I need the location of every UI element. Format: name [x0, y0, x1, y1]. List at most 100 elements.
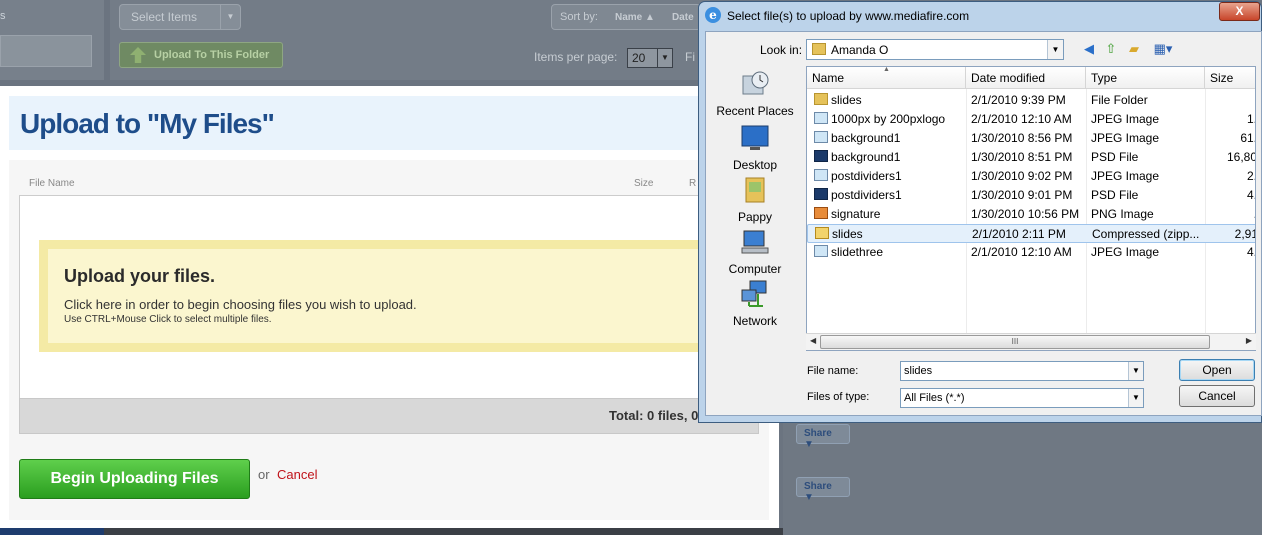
file-size-cell: 2.	[1246, 169, 1256, 183]
file-date-cell: 2/1/2010 9:39 PM	[971, 93, 1066, 107]
column-header-label: Size	[1210, 71, 1234, 85]
file-name-cell: slidethree	[831, 245, 884, 259]
column-header-size: Size	[634, 178, 654, 189]
file-name-cell: signature	[831, 207, 881, 221]
file-row[interactable]: signature 1/30/2010 10:56 PM PNG Image.	[807, 205, 1255, 224]
column-header-date[interactable]: Date modified	[966, 67, 1086, 89]
cancel-button[interactable]: Cancel	[1179, 385, 1255, 407]
desktop-icon	[741, 125, 769, 150]
select-items-dropdown[interactable]: Select Items ▼	[119, 4, 241, 30]
column-header-size[interactable]: Size	[1205, 67, 1255, 89]
new-folder-icon[interactable]: ▰	[1126, 41, 1142, 57]
bg-left-text: s	[0, 10, 6, 22]
share-button[interactable]: Share ▼	[796, 477, 850, 503]
file-date-cell: 2/1/2010 12:10 AM	[971, 245, 1072, 259]
open-button[interactable]: Open	[1179, 359, 1255, 381]
back-icon[interactable]: ◀	[1081, 41, 1097, 57]
up-folder-icon[interactable]: ⇧	[1103, 41, 1119, 57]
cancel-link[interactable]: Cancel	[277, 467, 317, 482]
computer-icon	[741, 230, 769, 254]
file-type-cell: JPEG Image	[1091, 245, 1160, 259]
chevron-down-icon: ▼	[657, 49, 672, 67]
file-row[interactable]: slides 2/1/2010 2:11 PM Compressed (zipp..…	[807, 224, 1255, 243]
psd-icon	[814, 188, 828, 200]
file-type-cell: JPEG Image	[1091, 112, 1160, 126]
sort-name-option[interactable]: Name ▲	[615, 12, 655, 23]
file-date-cell: 1/30/2010 8:56 PM	[971, 131, 1073, 145]
place-user-folder[interactable]: Pappy	[710, 176, 800, 224]
drop-zone-heading: Upload your files.	[64, 266, 216, 286]
sort-date-option[interactable]: Date	[672, 12, 694, 23]
chevron-down-icon[interactable]: ▼	[1128, 362, 1143, 380]
bg-fragment-text: Fi	[685, 50, 695, 64]
file-size-cell: 61.	[1240, 131, 1256, 145]
file-type-cell: JPEG Image	[1091, 169, 1160, 183]
place-label: Network	[732, 314, 777, 328]
file-row[interactable]: postdividers1 1/30/2010 9:01 PM PSD File 4.	[807, 186, 1255, 205]
upload-to-folder-label: Upload To This Folder	[154, 49, 270, 61]
file-size-cell: 1.	[1246, 112, 1256, 126]
or-text: or	[258, 467, 270, 482]
horizontal-scrollbar[interactable]: ◀ III ▶	[806, 333, 1256, 350]
bg-right-panel	[783, 420, 1262, 535]
scroll-thumb[interactable]: III	[820, 335, 1210, 349]
psd-icon	[814, 150, 828, 162]
sort-ascending-icon: ▲	[883, 66, 890, 73]
place-network[interactable]: Network	[710, 280, 800, 328]
file-list[interactable]: ▲ Name Date modified Type Size slides 2/1…	[806, 66, 1256, 351]
bg-bottom-blue	[0, 528, 104, 535]
file-name-cell: 1000px by 200pxlogo	[831, 112, 946, 126]
begin-uploading-button[interactable]: Begin Uploading Files	[19, 459, 250, 499]
file-row[interactable]: background1 1/30/2010 8:56 PM JPEG Image 61…	[807, 129, 1256, 148]
chevron-down-icon[interactable]: ▼	[1128, 389, 1143, 407]
file-type-cell: File Folder	[1091, 93, 1148, 107]
place-label: Recent Places	[716, 104, 794, 118]
file-type-cell: PSD File	[1091, 188, 1139, 202]
column-header-label: Type	[1091, 71, 1118, 85]
file-row[interactable]: slides 2/1/2010 9:39 PM File Folder	[807, 91, 1255, 110]
items-per-page-label: Items per page:	[534, 50, 618, 64]
chevron-down-icon: ▼	[1047, 40, 1063, 59]
jpeg-icon	[814, 245, 828, 257]
look-in-value: Amanda O	[831, 43, 889, 57]
column-header-file-name: File Name	[29, 178, 75, 189]
file-size-cell: .	[1211, 207, 1255, 221]
scroll-left-icon[interactable]: ◀	[810, 336, 816, 345]
column-header-type[interactable]: Type	[1086, 67, 1205, 89]
view-menu-icon[interactable]: ▦▾	[1151, 41, 1175, 57]
file-name-cell: postdividers1	[831, 188, 902, 202]
jpeg-icon	[814, 112, 828, 124]
file-row[interactable]: 1000px by 200pxlogo 2/1/2010 12:10 AM JPEG…	[807, 110, 1256, 129]
sort-by-control[interactable]: Sort by: Name ▲ Date	[551, 4, 701, 30]
file-type-cell: PNG Image	[1091, 207, 1154, 221]
window-title: Select file(s) to upload by www.mediafir…	[727, 9, 970, 23]
column-header-name[interactable]: ▲ Name	[807, 67, 966, 89]
scroll-right-icon[interactable]: ▶	[1246, 336, 1252, 345]
column-header-label: Date modified	[971, 71, 1046, 85]
place-desktop[interactable]: Desktop	[710, 124, 800, 172]
file-row[interactable]: background1 1/30/2010 8:51 PM PSD File 16,8…	[807, 148, 1255, 167]
zip-folder-icon	[815, 227, 829, 239]
upload-drop-zone[interactable]	[39, 240, 759, 352]
place-label: Pappy	[737, 210, 773, 224]
file-row[interactable]: postdividers1 1/30/2010 9:02 PM JPEG Image…	[807, 167, 1256, 186]
file-name-cell: background1	[831, 150, 901, 164]
close-button[interactable]: X	[1219, 2, 1260, 21]
file-date-cell: 1/30/2010 9:02 PM	[971, 169, 1073, 183]
place-computer[interactable]: Computer	[710, 228, 800, 276]
look-in-dropdown[interactable]: Amanda O ▼	[806, 39, 1064, 60]
file-name-cell: slides	[831, 93, 862, 107]
bg-left-panel: s	[0, 0, 104, 80]
place-recent-places[interactable]: Recent Places	[710, 70, 800, 118]
file-type-select[interactable]: All Files (*.*) ▼	[900, 388, 1144, 408]
file-type-value: All Files (*.*)	[904, 392, 965, 404]
upload-to-folder-button[interactable]: Upload To This Folder	[119, 42, 283, 68]
file-row[interactable]: slidethree 2/1/2010 12:10 AM JPEG Image 4.	[807, 243, 1255, 262]
chevron-down-icon: ▼	[220, 5, 240, 29]
file-type-cell: Compressed (zipp...	[1092, 227, 1200, 241]
column-header-cut: R	[689, 178, 697, 189]
file-name-field[interactable]: slides ▼	[900, 361, 1144, 381]
sort-by-label: Sort by:	[560, 11, 598, 23]
share-button[interactable]: Share ▼	[796, 424, 850, 450]
items-per-page-select[interactable]: 20 ▼	[627, 48, 673, 68]
